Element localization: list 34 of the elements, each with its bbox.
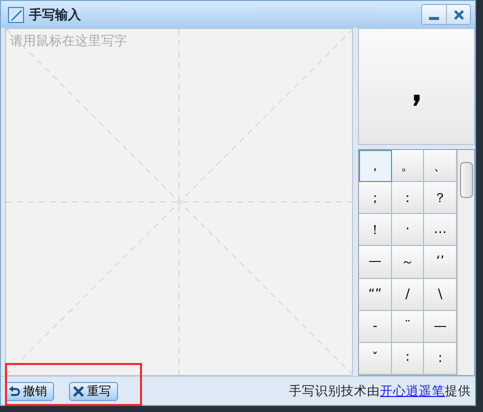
credit-link[interactable]: 开心逍遥笔	[380, 382, 445, 398]
clear-button[interactable]: 重写	[69, 382, 118, 400]
symbol-key[interactable]: :	[424, 342, 457, 375]
symbol-key[interactable]: ～	[392, 246, 424, 279]
close-icon	[452, 8, 464, 20]
symbol-key[interactable]: ¨	[392, 310, 424, 343]
symbol-key[interactable]: —	[424, 310, 457, 343]
symbol-key[interactable]: \	[424, 278, 457, 311]
scrollbar[interactable]	[457, 150, 474, 375]
preview-character: ，	[396, 63, 437, 112]
symbol-key[interactable]: /	[392, 278, 424, 311]
window-title: 手写输入	[29, 6, 82, 24]
symbol-key[interactable]: “”	[359, 278, 392, 311]
symbol-key[interactable]: 、	[424, 150, 457, 182]
symbol-key[interactable]: ？	[424, 182, 457, 214]
undo-icon	[9, 386, 20, 396]
symbol-key[interactable]: ∶	[392, 342, 424, 375]
undo-button[interactable]: 撤销	[5, 382, 54, 400]
symbol-key[interactable]: ，	[359, 150, 392, 182]
symbol-key[interactable]: …	[424, 214, 457, 246]
symbol-key[interactable]: ˇ	[359, 342, 392, 375]
symbol-key[interactable]: ·	[392, 214, 424, 246]
symbol-key[interactable]: 。	[392, 150, 424, 182]
symbol-key[interactable]: ‘’	[424, 246, 457, 279]
minimize-icon	[429, 17, 439, 20]
close-icon	[73, 386, 84, 396]
symbol-key[interactable]: ；	[359, 182, 392, 214]
symbol-key[interactable]: ：	[392, 182, 424, 214]
credit-text: 手写识别技术由开心逍遥笔提供	[289, 382, 471, 400]
symbol-key[interactable]: -	[359, 310, 392, 343]
symbol-key[interactable]: —	[359, 246, 392, 279]
symbol-key[interactable]: ！	[359, 214, 392, 246]
pen-icon	[8, 6, 24, 22]
canvas-placeholder: 请用鼠标在这里写字	[10, 33, 127, 50]
